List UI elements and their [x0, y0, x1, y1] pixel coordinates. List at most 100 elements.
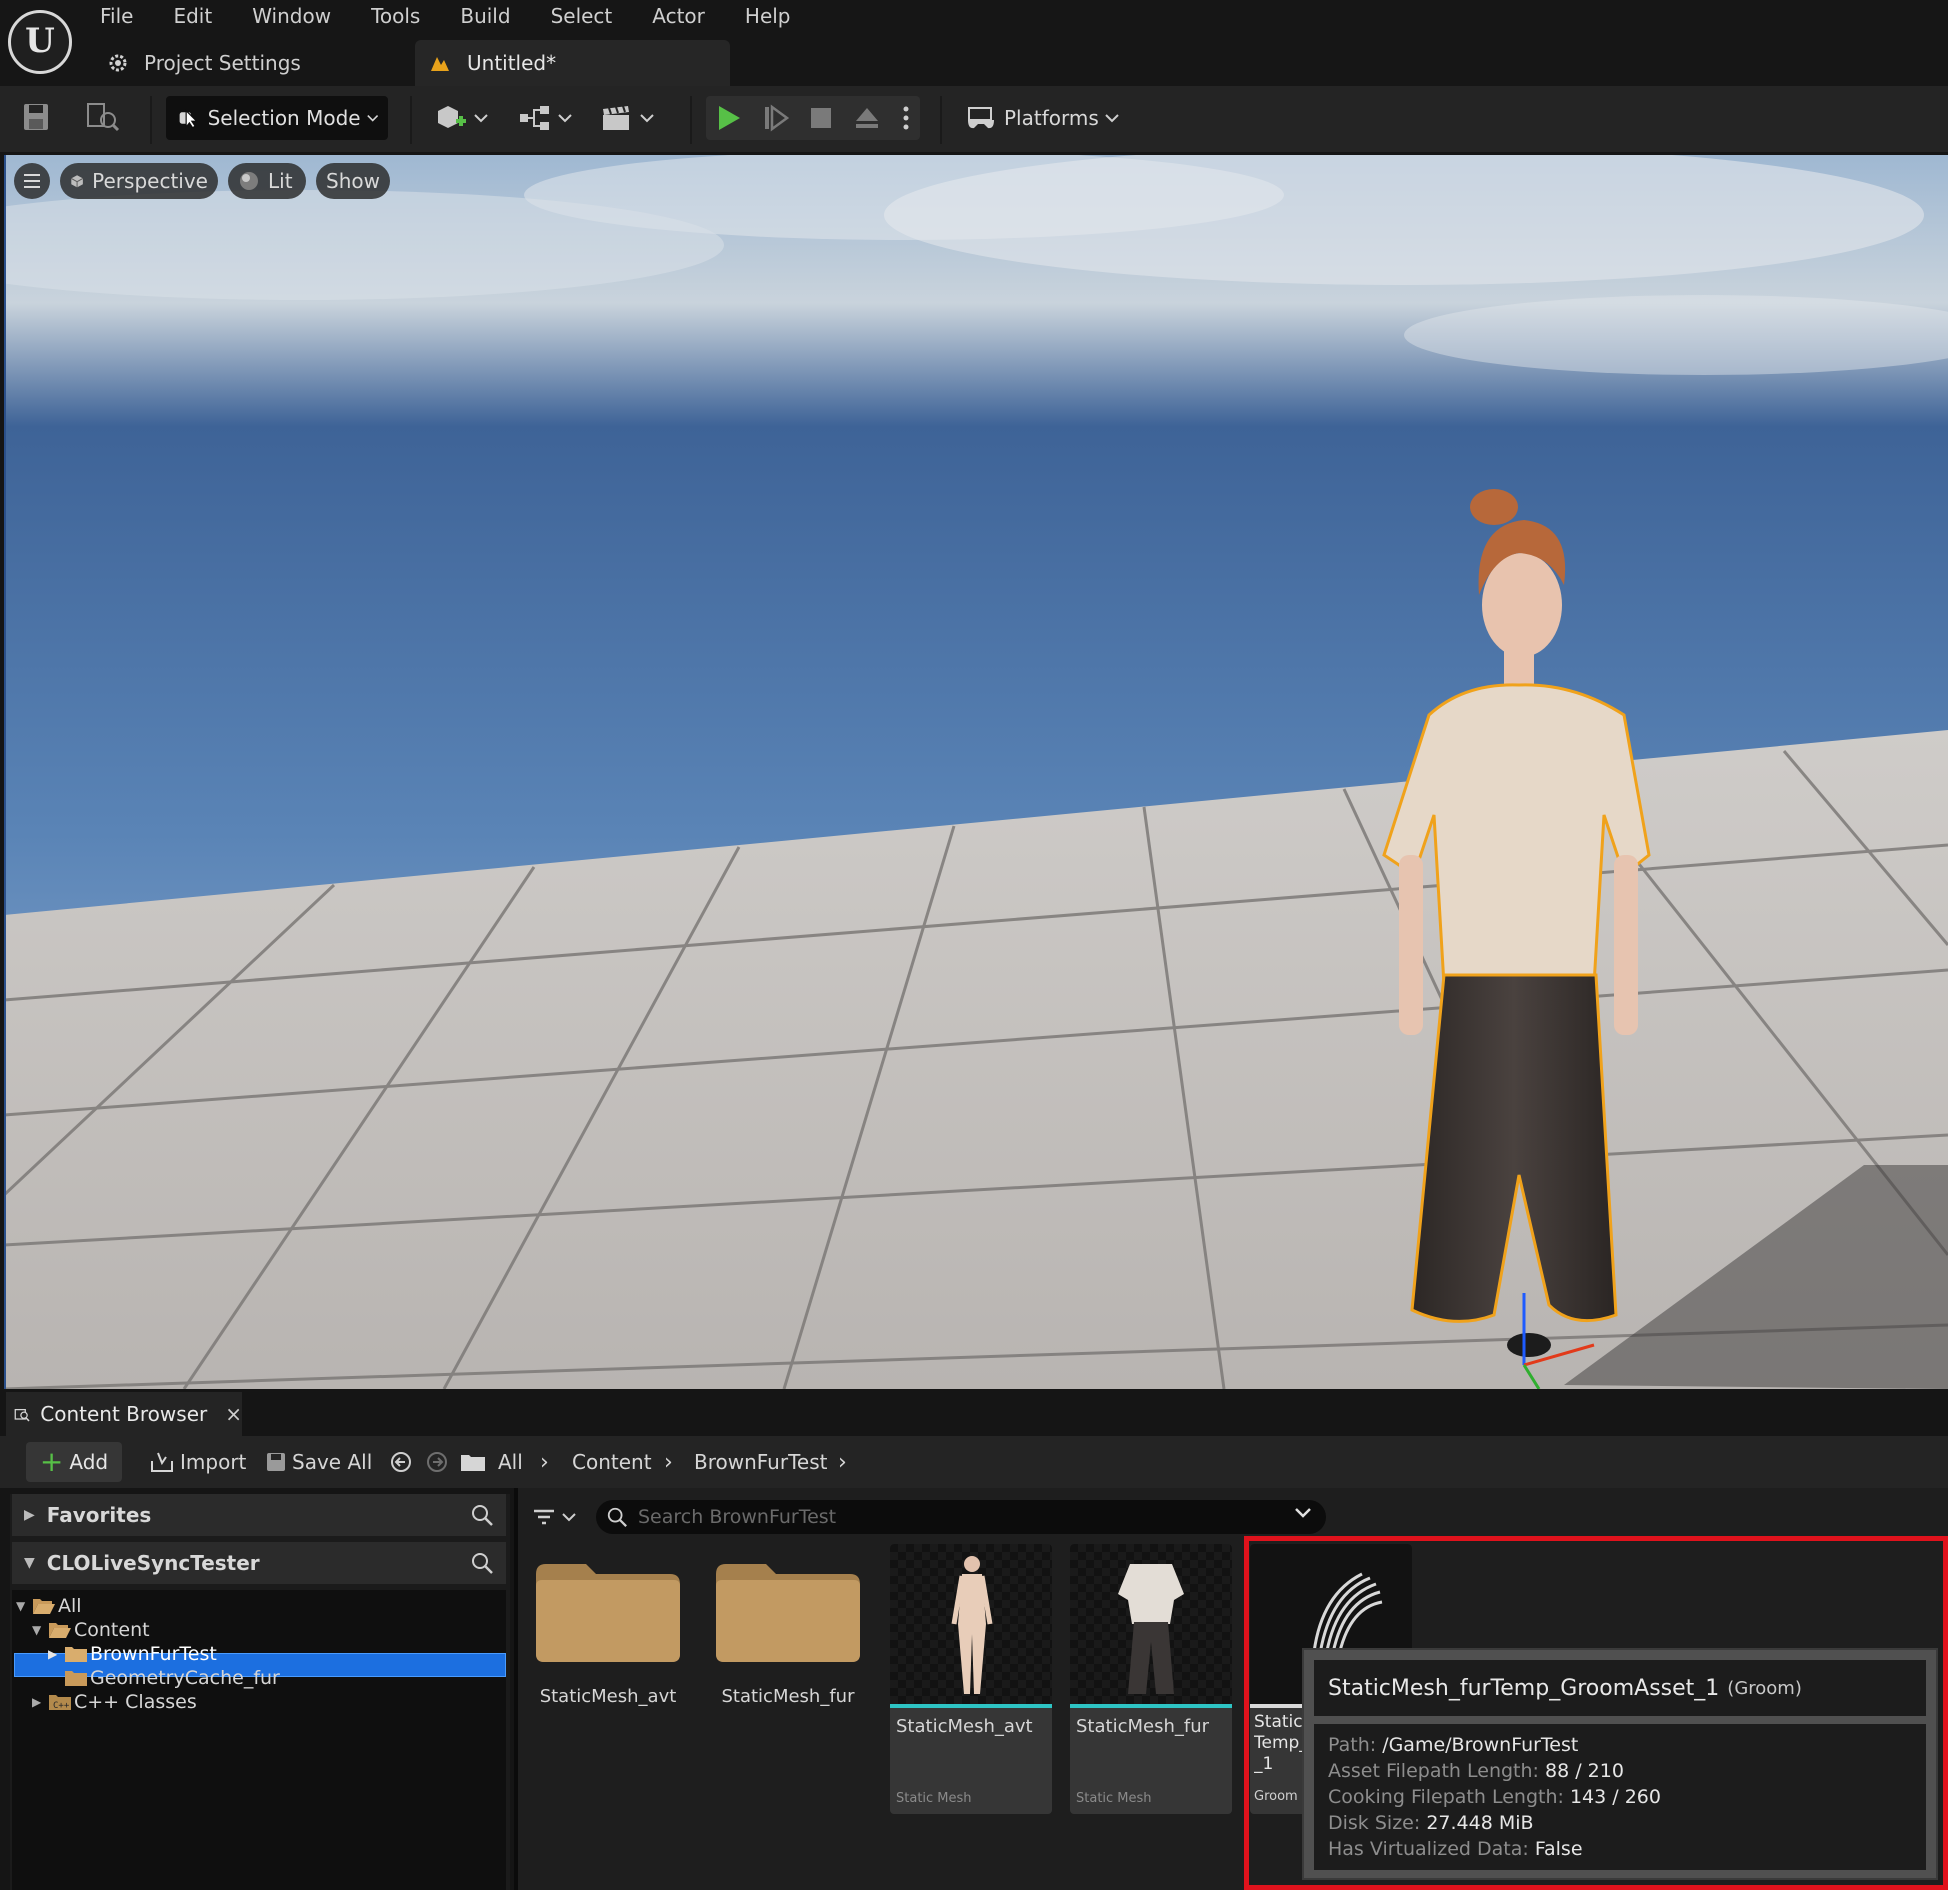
plus-icon: + — [39, 1445, 64, 1478]
chevron-down-icon — [562, 1513, 576, 1522]
chevron-down-icon — [474, 114, 488, 123]
close-tab-button[interactable]: × — [225, 1402, 242, 1426]
menu-window[interactable]: Window — [252, 0, 331, 34]
project-settings-button[interactable]: Project Settings — [106, 46, 301, 80]
asset-tooltip: StaticMesh_furTemp_GroomAsset_1 (Groom) … — [1302, 1648, 1938, 1880]
tree-label: GeometryCache_fur — [90, 1667, 280, 1689]
folder-icon — [65, 1671, 87, 1686]
cinematics-dropdown[interactable] — [600, 100, 654, 136]
folder-icon — [461, 1455, 485, 1471]
breadcrumb-content[interactable]: Content — [572, 1442, 652, 1482]
folder-icon — [536, 1564, 680, 1662]
play-icon[interactable] — [716, 104, 742, 132]
show-flags-button[interactable]: Show — [316, 163, 390, 199]
open-folder-icon — [49, 1623, 71, 1638]
asset-name: StaticMesh_fur — [1076, 1716, 1210, 1737]
perspective-label: Perspective — [92, 169, 208, 193]
browse-content-button[interactable] — [86, 102, 120, 132]
asset-card[interactable]: StaticMesh_avt Static Mesh — [890, 1544, 1052, 1814]
tree-label: C++ Classes — [74, 1691, 197, 1713]
level-viewport[interactable]: Perspective Lit Show — [4, 155, 1948, 1389]
eject-icon[interactable] — [853, 105, 881, 131]
asset-search-box[interactable] — [596, 1500, 1326, 1534]
folder-tree: ▼ All ▼ Content ▶ BrownFurTest GeometryC… — [12, 1590, 506, 1890]
project-settings-label: Project Settings — [144, 51, 301, 75]
more-options-icon[interactable] — [902, 104, 910, 132]
menu-build[interactable]: Build — [460, 0, 510, 34]
search-icon[interactable] — [470, 1503, 494, 1527]
save-level-button[interactable] — [22, 102, 50, 132]
folder-item[interactable]: StaticMesh_avt — [536, 1544, 680, 1707]
folder-icon — [716, 1564, 860, 1662]
tooltip-row: Cooking Filepath Length: 143 / 260 — [1328, 1786, 1661, 1808]
stop-icon[interactable] — [809, 106, 833, 130]
breadcrumb-separator[interactable]: › — [838, 1442, 847, 1482]
menu-file[interactable]: File — [100, 0, 133, 34]
expand-arrow-icon: ▶ — [48, 1647, 58, 1661]
favorites-section-header[interactable]: ▶ Favorites — [12, 1494, 506, 1536]
add-button[interactable]: + Add — [26, 1442, 122, 1482]
asset-thumbnail — [1070, 1544, 1232, 1704]
unreal-logo-icon[interactable]: U — [8, 10, 72, 74]
asset-type: Static Mesh — [896, 1791, 972, 1806]
perspective-view-button[interactable]: Perspective — [60, 163, 218, 199]
import-button[interactable]: Import — [150, 1442, 246, 1482]
menu-help[interactable]: Help — [745, 0, 791, 34]
save-all-label: Save All — [292, 1450, 373, 1474]
folder-label: StaticMesh_fur — [721, 1686, 855, 1707]
asset-name: Static Temp_ _1 — [1254, 1712, 1308, 1774]
menu-tools[interactable]: Tools — [371, 0, 420, 34]
blueprints-dropdown[interactable] — [518, 100, 572, 136]
favorites-label: Favorites — [46, 1503, 152, 1527]
asset-card[interactable]: StaticMesh_fur Static Mesh — [1070, 1544, 1232, 1814]
tree-item-brownfurtest[interactable]: ▶ BrownFurTest — [48, 1642, 217, 1666]
content-browser-toolbar: + Add Import Save All All › Content › Br… — [0, 1436, 1948, 1488]
tree-item-geometrycache-fur[interactable]: GeometryCache_fur — [48, 1666, 280, 1690]
search-icon[interactable] — [470, 1551, 494, 1575]
save-icon — [24, 104, 48, 130]
history-back-button[interactable] — [390, 1442, 418, 1482]
title-bar: U File Edit Window Tools Build Select Ac… — [0, 0, 1948, 86]
tooltip-row: Path: /Game/BrownFurTest — [1328, 1734, 1579, 1756]
document-tab-untitled[interactable]: Untitled* — [415, 40, 730, 86]
view-mode-lit-button[interactable]: Lit — [228, 163, 306, 199]
expand-arrow-icon: ▶ — [32, 1695, 42, 1709]
breadcrumb-separator[interactable]: › — [540, 1442, 549, 1482]
menu-edit[interactable]: Edit — [173, 0, 212, 34]
breadcrumb-separator[interactable]: › — [664, 1442, 673, 1482]
expand-arrow-icon: ▶ — [24, 1507, 35, 1523]
content-browser-tab[interactable]: Content Browser × — [6, 1392, 242, 1436]
breadcrumb-all[interactable]: All — [498, 1442, 523, 1482]
viewport-options-button[interactable] — [14, 163, 50, 199]
level-icon — [431, 57, 449, 71]
platforms-label: Platforms — [1004, 106, 1099, 130]
content-browser-title: Content Browser — [40, 1402, 208, 1426]
breadcrumb-brownfurtest[interactable]: BrownFurTest — [694, 1442, 827, 1482]
tree-item-cpp-classes[interactable]: ▶ C++ C++ Classes — [32, 1690, 197, 1714]
play-controls — [706, 96, 920, 140]
folder-item[interactable]: StaticMesh_fur — [716, 1544, 860, 1707]
menu-select[interactable]: Select — [551, 0, 613, 34]
folder-picker-button[interactable] — [460, 1442, 492, 1482]
platforms-dropdown[interactable]: Platforms — [966, 96, 1127, 140]
filter-dropdown[interactable] — [532, 1502, 576, 1532]
tooltip-row: Asset Filepath Length: 88 / 210 — [1328, 1760, 1624, 1782]
quick-add-dropdown[interactable] — [434, 100, 488, 136]
tree-item-all[interactable]: ▼ All — [16, 1594, 82, 1618]
asset-name: StaticMesh_avt — [896, 1716, 1033, 1737]
add-label: Add — [69, 1450, 109, 1474]
viewport-scene — [4, 155, 1948, 1389]
tree-item-content[interactable]: ▼ Content — [32, 1618, 150, 1642]
advance-frame-icon[interactable] — [763, 104, 789, 132]
selection-mode-dropdown[interactable]: Selection Mode — [166, 96, 388, 140]
search-input[interactable] — [638, 1506, 1278, 1528]
save-all-button[interactable]: Save All — [266, 1442, 372, 1482]
history-forward-button[interactable] — [426, 1442, 454, 1482]
project-section-header[interactable]: ▼ CLOLiveSyncTester — [12, 1542, 506, 1584]
filter-icon — [534, 1509, 554, 1525]
tree-label: All — [58, 1595, 82, 1617]
lit-label: Lit — [268, 169, 293, 193]
chevron-down-icon[interactable] — [1294, 1506, 1312, 1520]
clapperboard-icon — [603, 105, 629, 130]
menu-actor[interactable]: Actor — [652, 0, 705, 34]
